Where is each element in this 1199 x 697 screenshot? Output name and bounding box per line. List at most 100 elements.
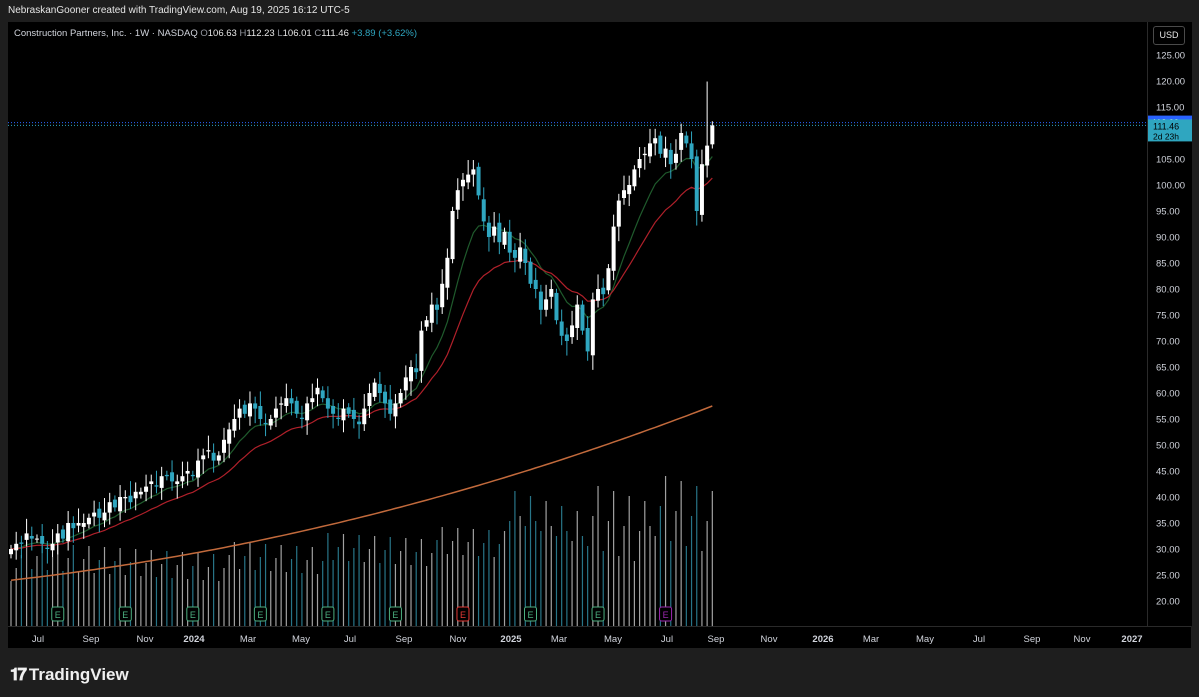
candle-body (284, 398, 289, 406)
volume-bar (436, 540, 438, 626)
volume-bar (135, 549, 137, 626)
volume-bar (472, 529, 474, 626)
candle-body (570, 325, 575, 338)
volume-bar (72, 545, 74, 626)
candle-body (445, 257, 450, 288)
volume-bar (161, 564, 163, 626)
volume-bar (576, 511, 578, 626)
candle-body (414, 368, 419, 373)
candle-body (76, 523, 81, 526)
time-tick-label: May (604, 634, 622, 645)
time-tick-label: Nov (450, 634, 467, 645)
price-tick-label: 35.00 (1156, 519, 1180, 530)
candle-body (523, 248, 528, 263)
price-axis[interactable]: USD 125.00120.00115.00110.00105.00100.00… (1147, 22, 1192, 626)
volume-bar (218, 581, 220, 626)
candle-body (149, 481, 154, 484)
candle-body (429, 304, 434, 323)
candle-body (190, 474, 195, 477)
volume-bar (140, 576, 142, 626)
candle-body (216, 455, 221, 461)
volume-bar (171, 578, 173, 626)
candle-body (424, 320, 429, 327)
price-tick-label: 125.00 (1156, 51, 1185, 62)
candle-body (409, 367, 414, 382)
volume-bar (431, 553, 433, 626)
volume-bar (46, 570, 48, 626)
volume-bar (342, 534, 345, 626)
candle-body (331, 406, 336, 414)
chart-pane[interactable]: E E E E E E E E E E Construction Partners, Inc. ·… (8, 22, 1147, 626)
volume-bar (353, 548, 355, 626)
price-tick-label: 75.00 (1156, 311, 1180, 322)
volume-bar (706, 521, 708, 626)
time-tick-label: Nov (137, 634, 154, 645)
volume-bar (41, 543, 43, 626)
candle-body (367, 393, 372, 406)
time-tick-label: Nov (1074, 634, 1091, 645)
volume-bar (77, 572, 80, 626)
candle-body (471, 169, 476, 175)
candle-body (486, 222, 491, 237)
volume-bar (561, 506, 563, 626)
earnings-marker-label: E (55, 610, 61, 620)
volume-bar (498, 544, 500, 626)
time-tick-label: Sep (83, 634, 100, 645)
candle-body (263, 422, 268, 425)
candle-body (123, 497, 128, 499)
candle-body (663, 148, 668, 158)
candle-body (40, 536, 45, 544)
candle-body (564, 334, 569, 341)
volume-bar (280, 545, 282, 626)
time-tick-label: Jul (661, 634, 673, 645)
candle-body (357, 421, 362, 425)
candle-body (653, 138, 658, 144)
candle-body (455, 190, 460, 210)
volume-bar (701, 551, 703, 626)
candle-body (50, 543, 55, 551)
volume-bar (555, 536, 558, 626)
candle-body (512, 250, 517, 258)
volume-bar (15, 568, 17, 626)
volume-bar (415, 552, 417, 626)
candle-body (305, 403, 310, 421)
candle-body (460, 179, 465, 187)
volume-bar (644, 501, 646, 626)
price-tick-label: 30.00 (1156, 545, 1180, 556)
volume-bar (228, 555, 230, 626)
chart-canvas[interactable]: EEEEEEEEEE (8, 22, 1147, 626)
candle-body (544, 299, 549, 310)
volume-bar (145, 563, 147, 626)
candle-body (673, 153, 678, 163)
candle-body (647, 143, 652, 157)
volume-bar (420, 539, 423, 626)
price-scale: 125.00120.00115.00110.00105.00100.0095.0… (1148, 51, 1192, 608)
candle-body (128, 495, 133, 503)
volume-bar (587, 546, 589, 626)
candle-body (497, 222, 502, 243)
candle-body (310, 398, 315, 403)
volume-bar (514, 491, 516, 626)
volume-bar (566, 531, 568, 626)
currency-button[interactable]: USD (1153, 26, 1185, 45)
earnings-marker-label: E (460, 610, 466, 620)
time-axis[interactable]: Jul Sep Nov 2024 Mar May Jul Sep Nov 2025 Mar May Ju… (8, 626, 1191, 649)
candle-body (388, 399, 393, 414)
candle-body (538, 291, 543, 310)
candle-body (596, 289, 601, 301)
high-value: 112.23 (246, 28, 275, 39)
candle-body (102, 512, 107, 521)
candle-body (71, 523, 76, 529)
volume-bar (446, 554, 448, 626)
volume-bar (483, 543, 485, 626)
candle-body (320, 390, 325, 399)
tradingview-logo[interactable]: 𝟏𝟕 TradingView (10, 665, 129, 685)
candle-body (159, 476, 164, 488)
volume-bar (103, 547, 106, 626)
time-tick-label: Sep (708, 634, 725, 645)
earnings-marker-label: E (122, 610, 128, 620)
price-tick-label: 70.00 (1156, 337, 1180, 348)
time-tick-label: 2025 (500, 634, 522, 645)
candle-body (112, 499, 117, 508)
candle-body (616, 200, 621, 227)
